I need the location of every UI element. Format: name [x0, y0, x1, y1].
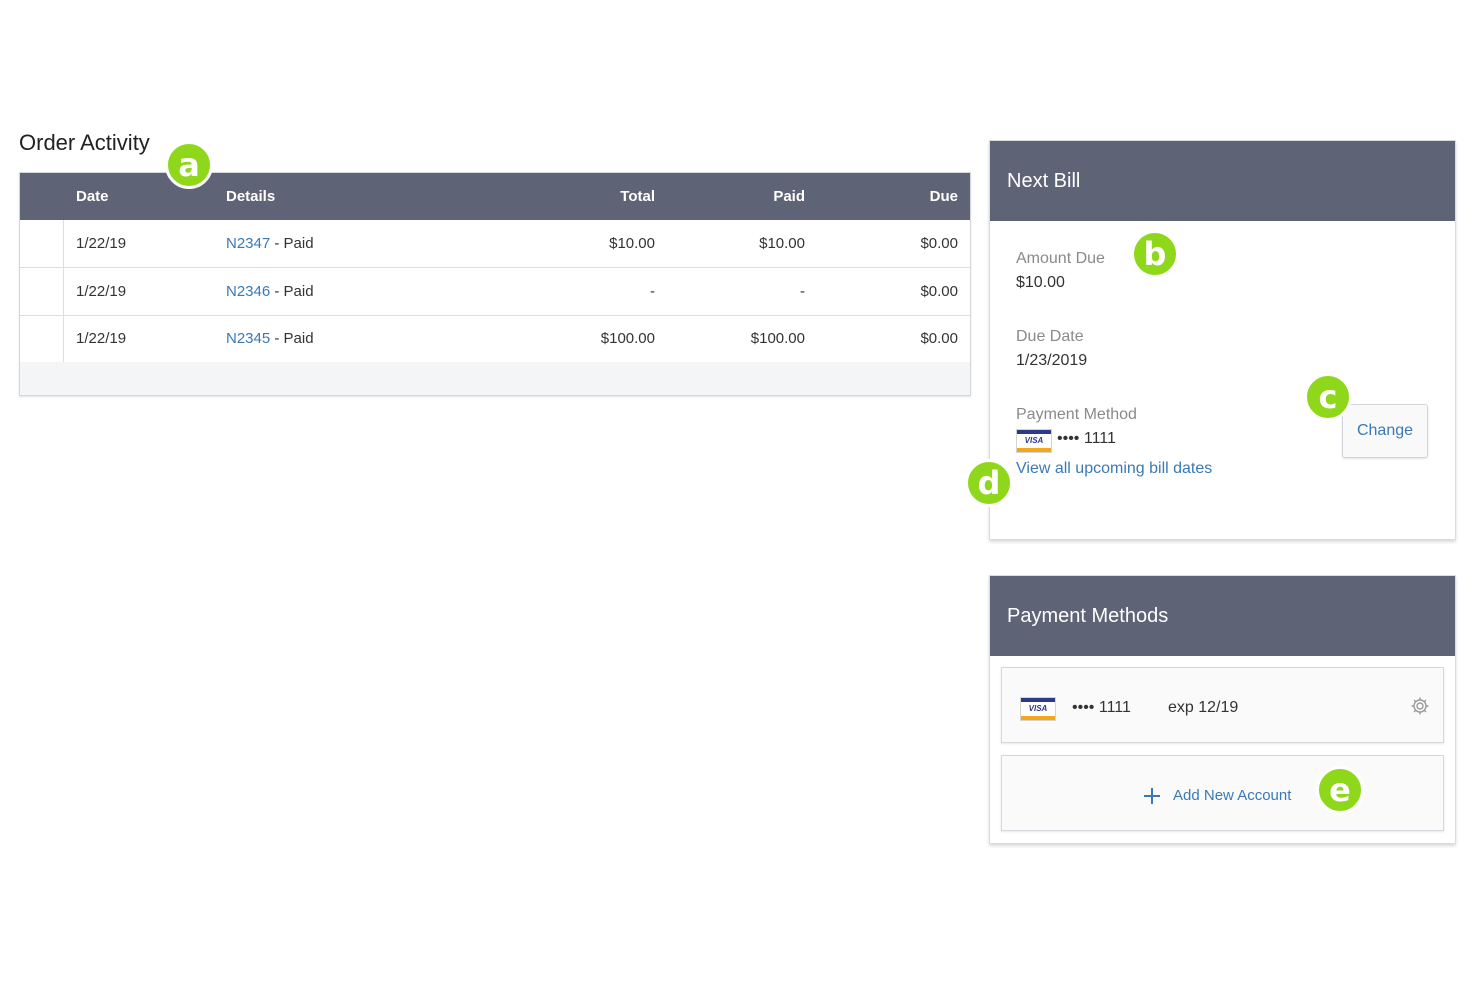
row-date: 1/22/19 [76, 283, 127, 300]
callout-badge-b: b [1131, 230, 1179, 278]
callout-badge-e: e [1316, 766, 1364, 814]
row-total: $10.00 [609, 235, 655, 252]
table-row: 1/22/19 N2345 - Paid $100.00 $100.00 $0.… [20, 315, 970, 363]
table-header: Date Details Total Paid Due [20, 173, 970, 220]
visa-card-icon: VISA [1020, 697, 1056, 721]
details-separator: - [270, 283, 284, 300]
callout-badge-d: d [965, 459, 1013, 507]
add-new-account-button[interactable]: Add New Account [1001, 755, 1444, 831]
plus-icon [1144, 788, 1160, 804]
column-header-date[interactable]: Date [76, 188, 109, 205]
amount-due-label: Amount Due [1016, 250, 1105, 267]
details-separator: - [270, 235, 284, 252]
view-upcoming-bill-dates-link[interactable]: View all upcoming bill dates [1016, 460, 1212, 478]
next-bill-title: Next Bill [1007, 170, 1081, 192]
order-link[interactable]: N2345 [226, 330, 270, 347]
next-bill-header: Next Bill [990, 141, 1455, 221]
row-paid: $10.00 [759, 235, 805, 252]
order-status: Paid [283, 235, 314, 252]
amount-due-value: $10.00 [1016, 274, 1065, 291]
due-date-value: 1/23/2019 [1016, 352, 1088, 369]
card-expiry: exp 12/19 [1168, 699, 1239, 716]
card-number-masked: •••• 1111 [1072, 699, 1131, 716]
card-number-masked: •••• 1111 [1057, 430, 1116, 447]
saved-card-row[interactable]: VISA •••• 1111 exp 12/19 [1001, 667, 1444, 743]
payment-method-label: Payment Method [1016, 406, 1137, 423]
column-header-paid[interactable]: Paid [773, 188, 805, 205]
row-due: $0.00 [920, 283, 958, 300]
gear-icon[interactable] [1410, 696, 1430, 716]
callout-badge-a: a [165, 141, 213, 189]
row-stub [20, 315, 64, 362]
table-row: 1/22/19 N2347 - Paid $10.00 $10.00 $0.00 [20, 220, 970, 268]
table-footer [20, 362, 970, 395]
row-stub [20, 220, 64, 267]
order-link[interactable]: N2347 [226, 235, 270, 252]
order-link[interactable]: N2346 [226, 283, 270, 300]
order-activity-title: Order Activity [19, 130, 150, 155]
column-header-total[interactable]: Total [620, 188, 655, 205]
payment-methods-title: Payment Methods [1007, 605, 1169, 627]
row-total: $100.00 [600, 330, 655, 347]
order-status: Paid [283, 283, 314, 300]
callout-badge-c: c [1304, 373, 1352, 421]
order-activity-table: Date Details Total Paid Due 1/22/19 N234… [19, 172, 971, 396]
table-row: 1/22/19 N2346 - Paid - - $0.00 [20, 268, 970, 316]
row-due: $0.00 [920, 235, 958, 252]
column-header-due[interactable]: Due [930, 188, 958, 205]
payment-methods-header: Payment Methods [990, 576, 1455, 656]
change-payment-button[interactable]: Change [1342, 404, 1428, 458]
column-header-details[interactable]: Details [226, 188, 275, 205]
row-paid: $100.00 [750, 330, 805, 347]
details-separator: - [270, 330, 284, 347]
row-stub [20, 268, 64, 315]
row-due: $0.00 [920, 330, 958, 347]
row-total: - [650, 283, 655, 300]
due-date-label: Due Date [1016, 328, 1084, 345]
row-paid: - [800, 283, 805, 300]
add-new-account-label: Add New Account [1173, 787, 1292, 804]
order-status: Paid [283, 330, 314, 347]
visa-card-icon: VISA [1016, 429, 1052, 453]
row-date: 1/22/19 [76, 235, 127, 252]
row-date: 1/22/19 [76, 330, 127, 347]
